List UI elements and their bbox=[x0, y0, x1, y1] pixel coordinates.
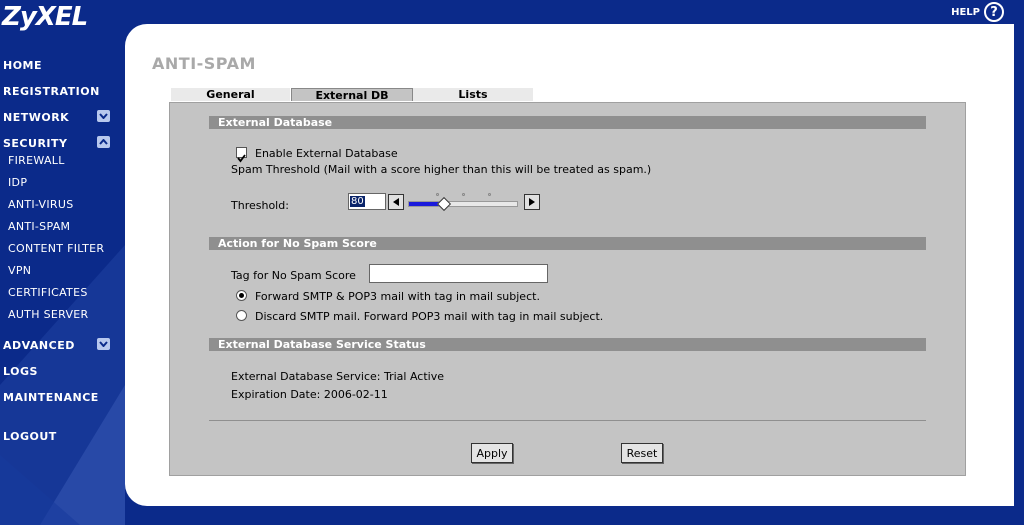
divider bbox=[209, 420, 926, 421]
enable-external-db-checkbox[interactable] bbox=[236, 147, 247, 163]
threshold-label: Threshold: bbox=[231, 199, 289, 212]
sidebar-item-security[interactable]: SECURITY bbox=[3, 137, 67, 150]
tab-general[interactable]: General bbox=[171, 88, 291, 101]
tag-label: Tag for No Spam Score bbox=[231, 269, 356, 282]
help-icon: ? bbox=[984, 2, 1004, 22]
slider-left-button[interactable] bbox=[388, 194, 404, 210]
slider-tick bbox=[462, 193, 465, 196]
tab-lists[interactable]: Lists bbox=[413, 88, 534, 101]
chevron-down-icon[interactable] bbox=[97, 338, 110, 350]
sidebar-item-auth-server[interactable]: AUTH SERVER bbox=[8, 308, 88, 321]
content-area: ANTI-SPAM General External DB Lists Exte… bbox=[125, 24, 1014, 506]
discard-radio[interactable] bbox=[236, 310, 247, 321]
slider-right-button[interactable] bbox=[524, 194, 540, 210]
forward-option-label: Forward SMTP & POP3 mail with tag in mai… bbox=[255, 290, 540, 303]
section-service-status: External Database Service Status bbox=[209, 338, 926, 351]
sidebar-item-anti-virus[interactable]: ANTI-VIRUS bbox=[8, 198, 74, 211]
sidebar-item-certificates[interactable]: CERTIFICATES bbox=[8, 286, 88, 299]
slider-tick bbox=[436, 193, 439, 196]
arrow-right-icon bbox=[529, 198, 535, 206]
forward-radio[interactable] bbox=[236, 290, 247, 301]
zyxel-logo: ZyXEL bbox=[2, 2, 88, 32]
section-external-database: External Database bbox=[209, 116, 926, 129]
sidebar-item-home[interactable]: HOME bbox=[3, 59, 42, 72]
tab-external-db[interactable]: External DB bbox=[291, 88, 413, 102]
chevron-down-icon[interactable] bbox=[97, 110, 110, 122]
sidebar-item-vpn[interactable]: VPN bbox=[8, 264, 31, 277]
tag-input[interactable] bbox=[369, 264, 548, 283]
sidebar-item-anti-spam[interactable]: ANTI-SPAM bbox=[8, 220, 70, 233]
reset-button[interactable]: Reset bbox=[621, 443, 663, 463]
threshold-description: Spam Threshold (Mail with a score higher… bbox=[231, 163, 652, 176]
chevron-up-icon[interactable] bbox=[97, 136, 110, 148]
sidebar-item-logout[interactable]: LOGOUT bbox=[3, 430, 57, 443]
expiration-date-text: Expiration Date: 2006-02-11 bbox=[231, 388, 388, 401]
sidebar-item-logs[interactable]: LOGS bbox=[3, 365, 38, 378]
sidebar-item-maintenance[interactable]: MAINTENANCE bbox=[3, 391, 99, 404]
sidebar-item-firewall[interactable]: FIREWALL bbox=[8, 154, 65, 167]
arrow-left-icon bbox=[393, 198, 399, 206]
sidebar: HOME REGISTRATION NETWORK SECURITY FIREW… bbox=[0, 55, 125, 525]
section-no-spam-score: Action for No Spam Score bbox=[209, 237, 926, 250]
threshold-slider-thumb[interactable] bbox=[437, 196, 452, 212]
help-label: HELP bbox=[951, 6, 980, 18]
sidebar-item-content-filter[interactable]: CONTENT FILTER bbox=[8, 242, 104, 255]
help-link[interactable]: HELP ? bbox=[951, 2, 1004, 22]
page-title: ANTI-SPAM bbox=[152, 54, 256, 73]
sidebar-item-advanced[interactable]: ADVANCED bbox=[3, 339, 75, 352]
apply-button[interactable]: Apply bbox=[471, 443, 513, 463]
tab-bar: General External DB Lists bbox=[171, 88, 534, 102]
threshold-input[interactable]: 80 bbox=[348, 193, 386, 210]
slider-tick bbox=[488, 193, 491, 196]
checkmark-icon bbox=[237, 154, 246, 163]
service-status-text: External Database Service: Trial Active bbox=[231, 370, 444, 383]
external-db-panel: External Database Enable External Databa… bbox=[169, 102, 966, 476]
sidebar-item-idp[interactable]: IDP bbox=[8, 176, 27, 189]
enable-external-db-label: Enable External Database bbox=[255, 147, 398, 160]
discard-option-label: Discard SMTP mail. Forward POP3 mail wit… bbox=[255, 310, 604, 323]
threshold-slider[interactable] bbox=[408, 201, 518, 207]
sidebar-item-registration[interactable]: REGISTRATION bbox=[3, 85, 100, 98]
sidebar-item-network[interactable]: NETWORK bbox=[3, 111, 69, 124]
